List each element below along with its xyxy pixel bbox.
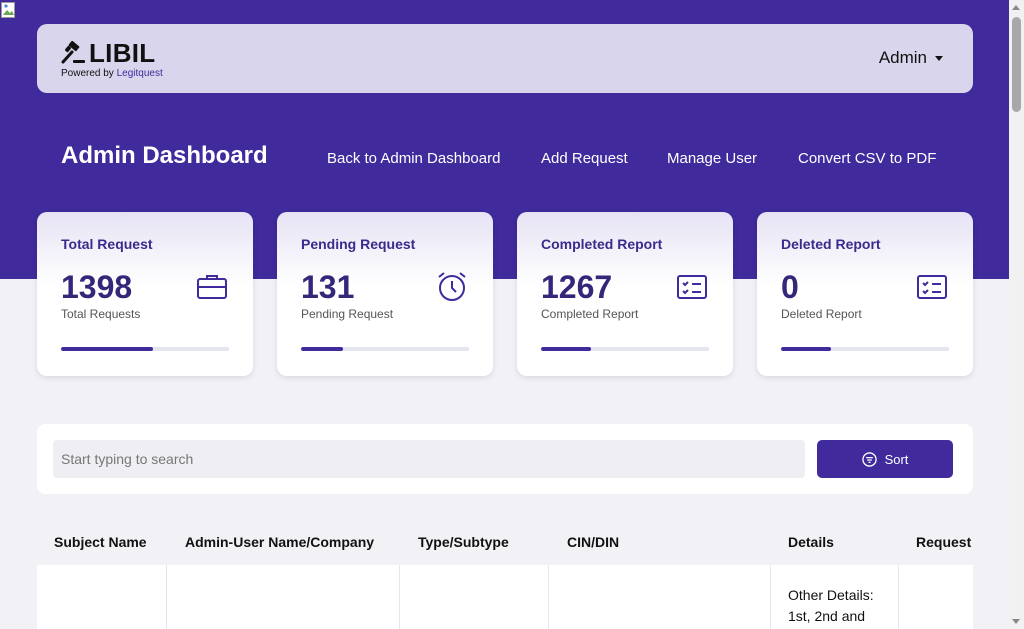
stat-card-deleted-report: Deleted Report 0 Deleted Report [757,212,973,376]
brand-name: LIBIL [89,37,156,68]
checklist-icon [917,275,947,299]
scroll-down-arrow-icon[interactable] [1012,619,1020,624]
sort-button[interactable]: Sort [817,440,953,478]
stat-card-completed-report: Completed Report 1267 Completed Report [517,212,733,376]
column-header-admin-user-company[interactable]: Admin-User Name/Company [185,534,374,550]
powered-by-text: Powered by Legitquest [61,68,163,79]
column-divider [548,565,549,629]
stat-progress-bar [781,347,949,351]
nav-add-request[interactable]: Add Request [541,150,628,167]
column-divider [399,565,400,629]
stat-progress-bar [61,347,229,351]
caret-down-icon [935,55,943,61]
stat-card-subtitle: Completed Report [541,307,639,321]
stat-card-subtitle: Pending Request [301,307,394,321]
column-header-request[interactable]: Request [916,534,971,550]
column-header-subject-name[interactable]: Subject Name [54,534,147,550]
powered-by-brand: Legitquest [116,68,163,79]
stat-progress-fill [61,347,154,351]
stat-card-title: Deleted Report [781,236,881,252]
stat-card-value: 0 [781,269,799,305]
nav-manage-user[interactable]: Manage User [667,150,757,167]
column-header-details[interactable]: Details [788,534,834,550]
stat-card-value: 131 [301,269,355,305]
stat-progress-bar [541,347,709,351]
sort-button-label: Sort [884,451,909,467]
column-divider [166,565,167,629]
stat-card-value: 1398 [61,269,133,305]
checklist-icon [677,275,707,299]
admin-dropdown-label: Admin [878,48,927,67]
stat-card-total-request: Total Request 1398 Total Requests [37,212,253,376]
briefcase-icon [197,275,227,299]
search-panel: Sort [37,424,973,494]
stat-progress-fill [301,347,343,351]
column-header-cin-din[interactable]: CIN/DIN [567,534,619,550]
powered-by-prefix: Powered by [61,68,117,79]
filter-icon [861,451,877,467]
stat-progress-bar [301,347,469,351]
scrollbar-thumb[interactable] [1012,17,1021,112]
broken-image-icon [1,2,15,18]
nav-convert-csv-to-pdf[interactable]: Convert CSV to PDF [798,150,936,167]
stat-progress-fill [541,347,592,351]
admin-dropdown[interactable]: Admin [879,48,943,68]
stat-card-title: Pending Request [301,236,416,252]
stat-card-subtitle: Total Requests [61,307,141,321]
column-divider [898,565,899,629]
column-divider [770,565,771,629]
table-cell-details: Other Details: 1st, 2nd and [788,587,874,624]
page-title: Admin Dashboard [61,142,268,169]
stat-card-title: Total Request [61,236,153,252]
nav-back-to-admin-dashboard[interactable]: Back to Admin Dashboard [327,150,500,167]
column-header-type-subtype[interactable]: Type/Subtype [418,534,509,550]
table-row: Other Details: 1st, 2nd and [37,565,973,629]
scroll-up-arrow-icon[interactable] [1012,5,1020,10]
brand-logo[interactable]: LIBIL Powered by Legitquest [61,37,163,80]
stat-card-pending-request: Pending Request 131 Pending Request [277,212,493,376]
stat-card-title: Completed Report [541,236,663,252]
stat-card-subtitle: Deleted Report [781,307,862,321]
vertical-scrollbar[interactable] [1009,0,1024,629]
top-navbar: LIBIL Powered by Legitquest Admin [37,24,973,93]
stat-progress-fill [781,347,832,351]
gavel-icon [61,41,85,64]
alarm-clock-icon [438,272,466,301]
stat-card-value: 1267 [541,269,613,305]
search-input[interactable] [53,440,805,478]
